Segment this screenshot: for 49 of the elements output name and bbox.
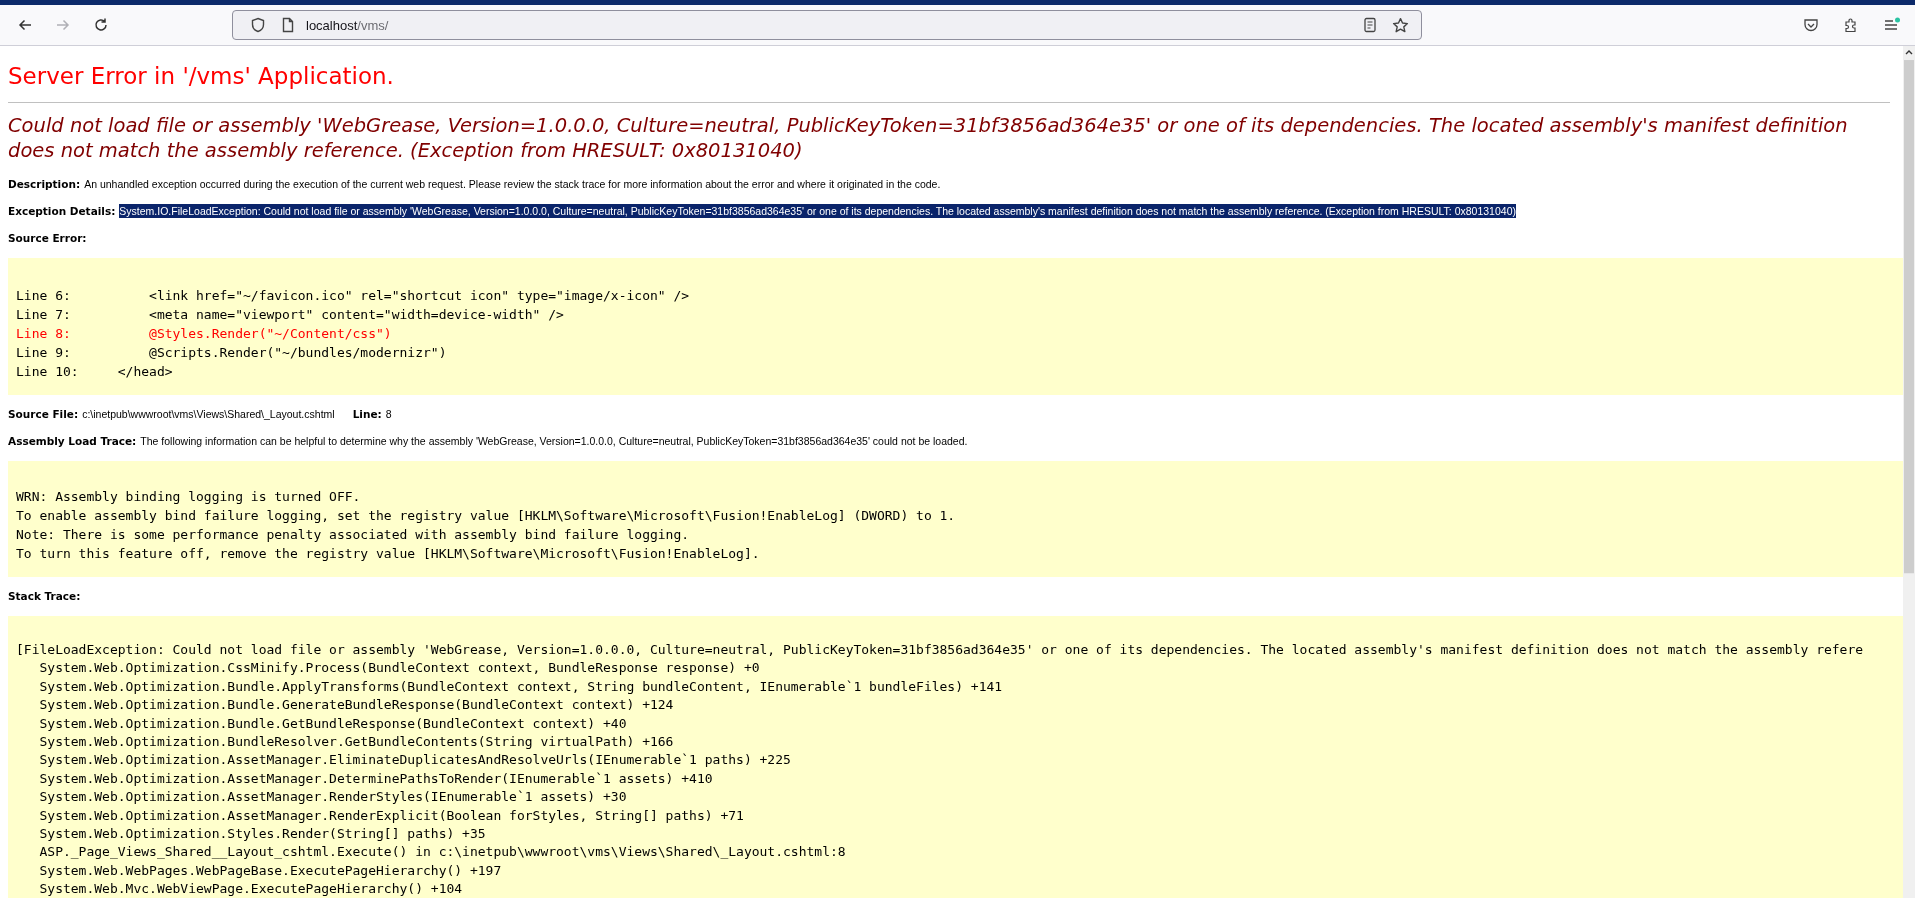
code-line: System.Web.Optimization.CssMinify.Process(BundleContext context, BundleResponse response) +0 — [38, 659, 760, 678]
exception-details-text: System.IO.FileLoadException: Could not load file or assembly 'WebGrease, Version=1.0.0.0, Culture=neutral, PublicKeyToken=31bf3856ad364e35' or one of its dependencies. The located assembly's manifest definition does not match the assembly reference. (Exception from HRESULT: 0x80131040) — [119, 204, 1516, 218]
reader-view-icon[interactable] — [1362, 17, 1378, 33]
code-line: To turn this feature off, remove the registry value [HKLM\Software\Microsoft\Fusion!EnableLog]. — [16, 545, 760, 563]
code-line: Line 10: </head> — [16, 363, 173, 381]
description-text: An unhandled exception occurred during the execution of the current web request. Please review the stack trace for more information about the error and where it originated in the code. — [84, 177, 941, 191]
code-line: System.Web.WebPages.WebPageBase.ExecutePageHierarchy() +197 — [38, 861, 502, 880]
code-line: System.Web.Optimization.Bundle.GetBundleResponse(BundleContext context) +40 — [38, 714, 627, 733]
page-title: Server Error in '/vms' Application. — [8, 62, 395, 91]
description-label: Description: — [8, 177, 81, 191]
star-icon[interactable] — [1392, 16, 1409, 34]
puzzle-piece-icon[interactable] — [1843, 17, 1859, 33]
assembly-load-trace-label: Assembly Load Trace: — [8, 434, 137, 448]
code-line: Line 8: @Styles.Render("~/Content/css") — [16, 325, 392, 343]
error-message: Could not load file or assembly 'WebGrease, Version=1.0.0.0, Culture=neutral, PublicKeyToken=31bf3856ad364e35' or one of its dependencies. The located assembly's manifest definition does not match the assembly reference. (Exception from HRESULT: 0x80131040) — [8, 113, 1849, 163]
code-line: Note: There is some performance penalty associated with assembly bind failure logging. — [16, 526, 690, 544]
code-line: System.Web.Optimization.BundleResolver.GetBundleContents(String virtualPath) +166 — [38, 733, 674, 752]
code-line: WRN: Assembly binding logging is turned OFF. — [16, 488, 361, 506]
scrollbar-drawing[interactable] — [1903, 46, 1915, 898]
code-line: System.Web.Optimization.AssetManager.EliminateDuplicatesAndResolveUrls(IEnumerable`1 paths) +225 — [38, 751, 791, 770]
code-line: System.Web.Optimization.Styles.Render(String[] paths) +35 — [38, 825, 486, 844]
line-number: 8 — [385, 407, 392, 421]
code-line: System.Web.Optimization.Bundle.ApplyTransforms(BundleContext context, String bundleContent, IEnumerable`1 bundleFiles) +141 — [38, 677, 1003, 696]
code-line: Line 9: @Scripts.Render("~/bundles/modernizr") — [16, 344, 447, 362]
back-arrow-icon[interactable] — [17, 17, 33, 33]
source-error-label: Source Error: — [8, 231, 87, 245]
code-line: [FileLoadException: Could not load file or assembly 'WebGrease, Version=1.0.0.0, Culture=neutral, PublicKeyToken=31bf3856ad364e35' or one of its dependencies. The located assembly's manifest definition does not match the assembly refere — [16, 641, 1864, 659]
code-line: Line 7: <meta name="viewport" content="width=device-width" /> — [16, 306, 564, 324]
menu-icon[interactable] — [1883, 17, 1901, 33]
code-line: System.Web.Optimization.AssetManager.DeterminePathsToRender(IEnumerable`1 assets) +410 — [38, 769, 713, 788]
code-line: Line 6: <link href="~/favicon.ico" rel="shortcut icon" type="image/x-icon" /> — [16, 287, 690, 305]
line-label: Line: — [352, 407, 382, 421]
stack-trace-label: Stack Trace: — [8, 589, 81, 603]
source-file-label: Source File: — [8, 407, 79, 421]
code-line: ASP._Page_Views_Shared__Layout_cshtml.Execute() in c:\inetpub\wwwroot\vms\Views\Shared\_Layout.cshtml:8 — [38, 843, 846, 862]
assembly-load-trace-text: The following information can be helpful to determine why the assembly 'WebGrease, Version=1.0.0.0, Culture=neutral, PublicKeyToken=31bf3856ad364e35' could not be loaded. — [140, 434, 968, 448]
reload-icon[interactable] — [93, 17, 109, 33]
code-line: System.Web.Mvc.WebViewPage.ExecutePageHierarchy() +104 — [38, 880, 463, 898]
pocket-icon[interactable] — [1803, 17, 1819, 33]
code-line: System.Web.Optimization.AssetManager.RenderStyles(IEnumerable`1 assets) +30 — [38, 788, 627, 807]
code-line: System.Web.Optimization.Bundle.GenerateBundleResponse(BundleContext context) +124 — [38, 696, 674, 715]
code-line: System.Web.Optimization.AssetManager.RenderExplicit(Boolean forStyles, String[] paths) +71 — [38, 806, 744, 825]
code-line: To enable assembly bind failure logging, set the registry value [HKLM\Software\Microsoft\Fusion!EnableLog] (DWORD) to 1. — [16, 507, 956, 525]
page-icon[interactable] — [280, 17, 296, 33]
exception-details-label: Exception Details: — [8, 204, 116, 218]
shield-icon[interactable] — [250, 17, 266, 33]
url-text: localhost/vms/ — [306, 17, 389, 33]
address-bar[interactable]: localhost/vms/ — [232, 10, 1422, 40]
source-file-path: c:\inetpub\wwwroot\vms\Views\Shared\_Layout.cshtml — [82, 407, 335, 421]
